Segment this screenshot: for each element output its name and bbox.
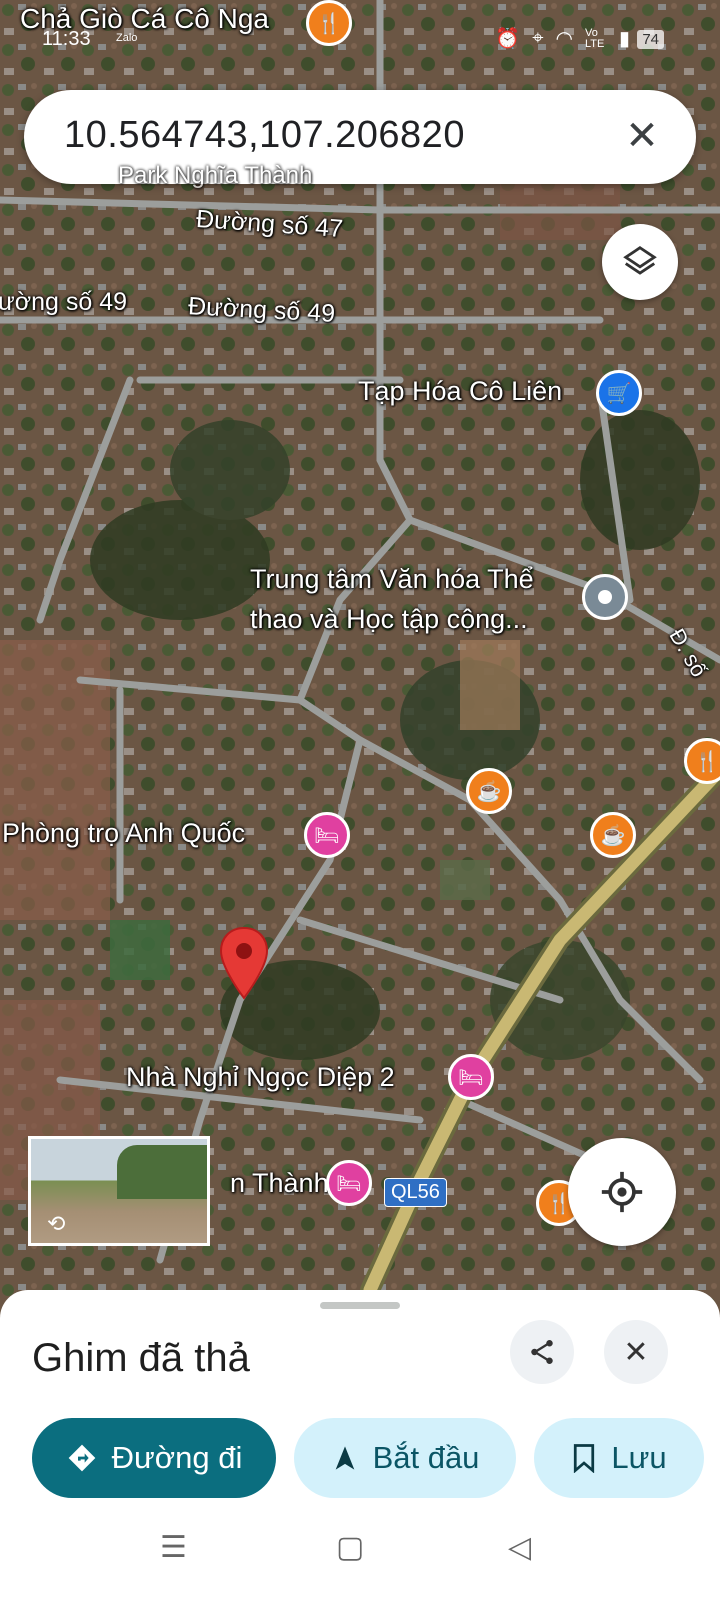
wifi-icon: ◠	[555, 28, 573, 50]
alarm-icon: ⏰	[495, 28, 521, 50]
start-button[interactable]: Bắt đầu	[294, 1418, 516, 1498]
map-label-center-line1[interactable]: Trung tâm Văn hóa Thể	[250, 564, 534, 595]
my-location-button[interactable]	[568, 1138, 676, 1246]
layers-icon	[623, 246, 657, 275]
location-icon: ⌖	[532, 27, 544, 49]
map-label-store[interactable]: Tạp Hóa Cô Liên	[358, 376, 562, 407]
bottom-sheet[interactable]: Ghim đã thả ✕ Đường đi Bắt đầu Lưu ☰ ▢ ◁	[0, 1290, 720, 1600]
signal-icon: ▮	[618, 28, 630, 50]
map-label-partial-place[interactable]: n Thành	[230, 1168, 329, 1199]
coffee-cup-icon: ☕	[476, 780, 502, 803]
drag-handle[interactable]	[320, 1302, 400, 1309]
directions-label: Đường đi	[111, 1440, 243, 1475]
start-label: Bắt đầu	[372, 1440, 480, 1475]
bed-icon: 🛏	[336, 1172, 362, 1195]
volte-icon: Vo LTE	[584, 26, 605, 50]
dot-icon	[598, 590, 612, 604]
cafe-pin-1[interactable]: ☕	[466, 768, 512, 814]
close-sheet-button[interactable]: ✕	[604, 1320, 668, 1384]
directions-icon	[68, 1444, 95, 1472]
map-label-motel[interactable]: Nhà Nghỉ Ngọc Diệp 2	[126, 1062, 395, 1093]
map-label-hostel[interactable]: Phòng trọ Anh Quốc	[2, 818, 245, 849]
bed-icon: 🛏	[314, 824, 340, 847]
directions-button[interactable]: Đường đi	[32, 1418, 276, 1498]
community-center-pin[interactable]	[582, 574, 628, 620]
home-button[interactable]: ▢	[336, 1530, 364, 1565]
close-icon: ✕	[623, 1335, 649, 1369]
highway-shield-ql56: QL56	[384, 1178, 447, 1207]
recent-apps-button[interactable]: ☰	[160, 1530, 187, 1565]
navigation-arrow-icon	[335, 1446, 354, 1470]
coffee-cup-icon: ☕	[600, 824, 626, 847]
map-label-road-49-left: ường số 49	[0, 288, 128, 316]
street-view-thumbnail[interactable]: ⟲	[28, 1136, 210, 1246]
map-label-park[interactable]: Park Nghĩa Thành	[118, 162, 312, 190]
fork-knife-icon: 🍴	[694, 750, 720, 773]
share-icon	[531, 1340, 553, 1364]
store-pin[interactable]: 🛒	[596, 370, 642, 416]
crosshair-icon	[601, 1171, 643, 1213]
sheet-title: Ghim đã thả	[32, 1336, 250, 1380]
fork-knife-icon: 🍴	[316, 12, 342, 35]
rotate-360-icon: ⟲	[47, 1211, 66, 1236]
hotel-pin[interactable]: 🛏	[326, 1160, 372, 1206]
map-label-top-place[interactable]: Chả Giò Cá Cô Nga	[20, 3, 269, 35]
dropped-pin-icon[interactable]	[218, 926, 270, 1000]
share-button[interactable]	[510, 1320, 574, 1384]
save-button[interactable]: Lưu	[534, 1418, 704, 1498]
back-button[interactable]: ◁	[508, 1530, 531, 1565]
search-query[interactable]: 10.564743,107.206820	[64, 114, 465, 157]
map-label-center-line2[interactable]: thao và Học tập cộng...	[250, 604, 528, 635]
shopping-cart-icon: 🛒	[606, 382, 632, 405]
status-icons: ⏰ ⌖ ◠ Vo LTE ▮	[495, 26, 630, 51]
hostel-pin[interactable]: 🛏	[304, 812, 350, 858]
restaurant-pin[interactable]: 🍴	[306, 0, 352, 46]
cafe-pin-2[interactable]: ☕	[590, 812, 636, 858]
battery-indicator: 74	[637, 30, 664, 49]
bed-icon: 🛏	[458, 1066, 484, 1089]
bookmark-icon	[574, 1444, 595, 1473]
layers-button[interactable]	[602, 224, 678, 300]
save-label: Lưu	[611, 1440, 667, 1475]
tree-line	[117, 1145, 207, 1199]
motel-pin[interactable]: 🛏	[448, 1054, 494, 1100]
clear-search-button[interactable]: ✕	[618, 112, 666, 160]
